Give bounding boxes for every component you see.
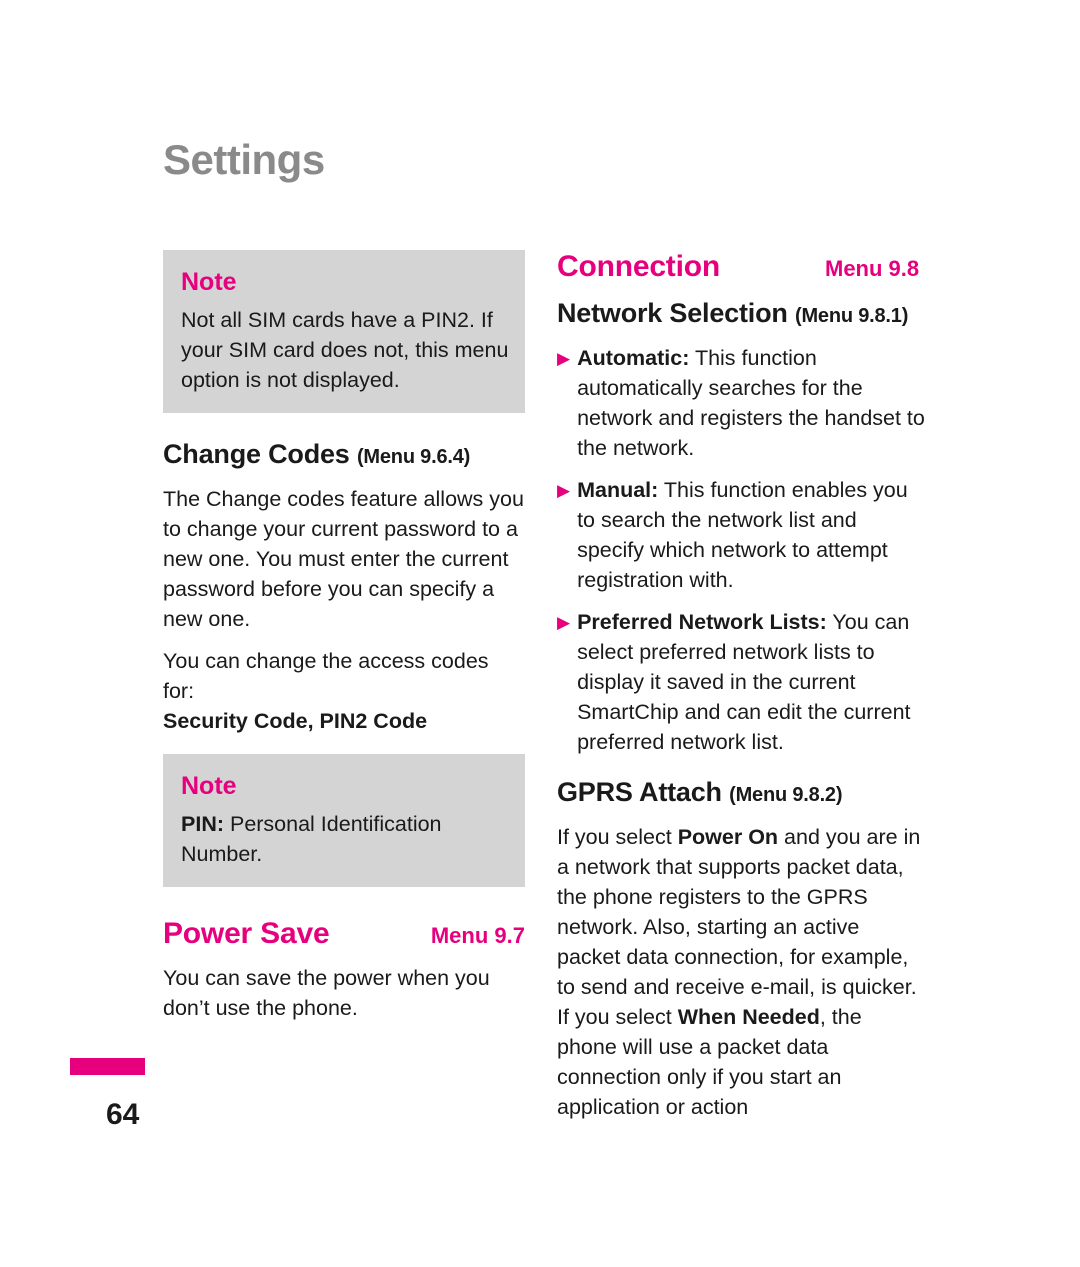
list-item: ▶ Manual: This function enables you to s… <box>557 475 927 595</box>
page-title: Settings <box>163 136 325 183</box>
change-codes-menu-ref: (Menu 9.6.4) <box>356 446 471 468</box>
change-codes-paragraph-1: The Change codes feature allows you to c… <box>163 487 524 631</box>
change-codes-paragraph-2: You can change the access codes for: <box>163 649 489 703</box>
change-codes-title: Change Codes <box>163 439 350 469</box>
bullet-label: Automatic: <box>577 346 690 370</box>
gprs-attach-menu-ref: (Menu 9.8.2) <box>729 784 843 806</box>
power-save-menu: Menu 9.7 <box>430 923 525 948</box>
triangle-right-icon: ▶ <box>557 613 571 632</box>
note-box-pin: Note PIN: Personal Identification Number… <box>163 754 525 887</box>
power-save-title: Power Save <box>163 917 330 950</box>
network-selection-title: Network Selection <box>557 298 788 328</box>
page-number: 64 <box>106 1098 140 1131</box>
bullet-body: Automatic: This function automatically s… <box>577 343 927 463</box>
note-box-pin2: Note Not all SIM cards have a PIN2. If y… <box>163 250 525 413</box>
gprs-bold-power-on: Power On <box>677 825 779 849</box>
gprs-attach-title: GPRS Attach <box>557 777 722 807</box>
triangle-right-icon: ▶ <box>557 481 571 500</box>
page-marker-bar <box>70 1058 145 1075</box>
network-selection-menu-ref: (Menu 9.8.1) <box>794 305 909 327</box>
gprs-attach-paragraph: If you select Power On and you are in a … <box>557 822 927 1122</box>
gprs-bold-when-needed: When Needed <box>677 1005 820 1029</box>
right-column: Connection Menu 9.8 Network Selection (M… <box>557 250 927 1134</box>
connection-menu: Menu 9.8 <box>825 256 920 281</box>
list-item: ▶ Automatic: This function automatically… <box>557 343 927 463</box>
gprs-text-2: and you are in a network that supports p… <box>557 825 921 1029</box>
connection-title: Connection <box>557 250 720 283</box>
power-save-heading: Power Save Menu 9.7 <box>163 917 525 951</box>
gprs-text-1: If you select <box>557 825 678 849</box>
note-text-2: PIN: Personal Identification Number. <box>163 809 525 869</box>
gprs-attach-heading: GPRS Attach (Menu 9.8.2) <box>557 777 927 808</box>
change-codes-heading: Change Codes (Menu 9.6.4) <box>163 439 525 470</box>
connection-heading: Connection Menu 9.8 <box>557 250 927 284</box>
bullet-label: Preferred Network Lists: <box>577 610 827 634</box>
bullet-body: Preferred Network Lists: You can select … <box>577 607 927 757</box>
change-codes-access-codes: Security Code, PIN2 Code <box>163 709 428 733</box>
manual-page: Settings Note Not all SIM cards have a P… <box>0 0 1080 1267</box>
bullet-body: Manual: This function enables you to sea… <box>577 475 927 595</box>
note-label-2: Note <box>181 772 237 800</box>
note-text-2-bold: PIN: <box>181 812 224 836</box>
power-save-paragraph: You can save the power when you don’t us… <box>163 966 490 1020</box>
triangle-right-icon: ▶ <box>557 349 571 368</box>
network-selection-heading: Network Selection (Menu 9.8.1) <box>557 298 927 329</box>
left-column: Note Not all SIM cards have a PIN2. If y… <box>163 250 525 1035</box>
bullet-label: Manual: <box>577 478 659 502</box>
note-label: Note <box>181 268 237 296</box>
note-text: Not all SIM cards have a PIN2. If your S… <box>181 308 509 392</box>
list-item: ▶ Preferred Network Lists: You can selec… <box>557 607 927 757</box>
